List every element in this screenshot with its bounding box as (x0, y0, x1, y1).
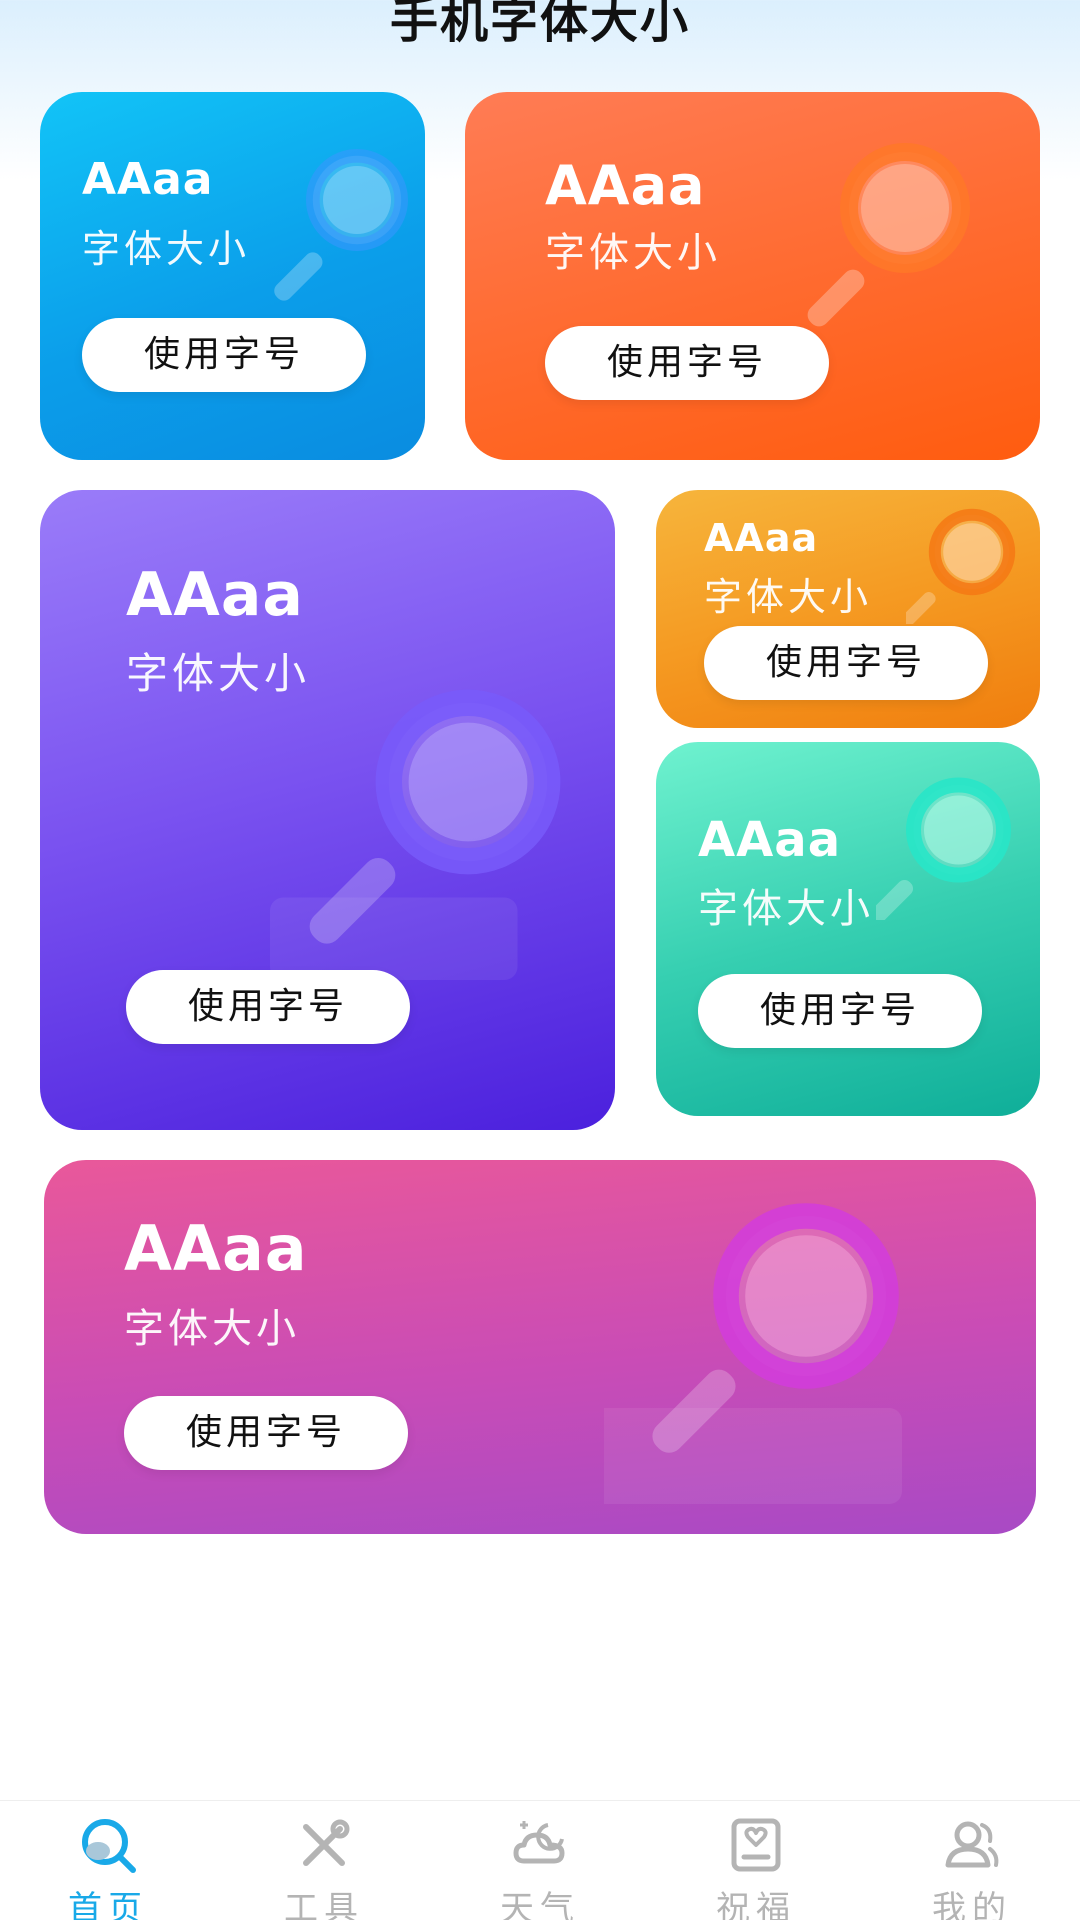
font-size-card-6[interactable]: AAaa 字体大小 使用字号 (44, 1160, 1036, 1534)
search-home-icon (82, 1819, 136, 1873)
card-label: 字体大小 (124, 1306, 300, 1352)
font-sample: AAaa (126, 560, 304, 630)
use-font-size-button[interactable]: 使用字号 (126, 970, 410, 1044)
font-size-card-3[interactable]: AAaa 字体大小 使用字号 (40, 490, 615, 1130)
card-label: 字体大小 (698, 886, 874, 932)
nav-label-weather: 天气 (500, 1889, 580, 1920)
font-size-card-2[interactable]: AAaa 字体大小 使用字号 (465, 92, 1040, 460)
nav-label-profile: 我的 (932, 1889, 1012, 1920)
use-font-size-button[interactable]: 使用字号 (82, 318, 366, 392)
font-sample: AAaa (698, 812, 842, 868)
font-sample: AAaa (124, 1212, 308, 1285)
nav-item-tools[interactable]: 工具 (216, 1801, 432, 1920)
font-sample: AAaa (82, 154, 214, 205)
font-size-card-5[interactable]: AAaa 字体大小 使用字号 (656, 742, 1040, 1116)
nav-label-home: 首页 (68, 1889, 148, 1920)
use-font-size-button[interactable]: 使用字号 (545, 326, 829, 400)
use-font-size-button[interactable]: 使用字号 (698, 974, 982, 1048)
use-font-size-button[interactable]: 使用字号 (704, 626, 988, 700)
magnifier-icon (270, 689, 561, 980)
nav-item-weather[interactable]: 天气 (432, 1801, 648, 1920)
card-label: 字体大小 (126, 649, 311, 698)
font-sample: AAaa (704, 516, 819, 560)
magnifier-icon (906, 508, 1016, 624)
page-title: 手机字体大小 (389, 0, 690, 49)
weather-icon (513, 1821, 565, 1864)
blessing-card-icon (731, 1818, 781, 1872)
magnifier-icon (807, 143, 970, 327)
use-font-size-button[interactable]: 使用字号 (124, 1396, 408, 1470)
tools-icon (303, 1819, 350, 1866)
nav-label-blessing: 祝福 (716, 1889, 796, 1920)
font-size-card-4[interactable]: AAaa 字体大小 使用字号 (656, 490, 1040, 728)
magnifier-icon (876, 777, 1011, 920)
profile-icon (945, 1821, 999, 1868)
nav-label-tools: 工具 (284, 1889, 364, 1920)
nav-item-blessing[interactable]: 祝福 (648, 1801, 864, 1920)
bottom-nav: 首页 工具 天气 祝福 我的 (0, 1800, 1080, 1920)
magnifier-icon (274, 149, 408, 301)
magnifier-icon (604, 1203, 902, 1504)
nav-item-home[interactable]: 首页 (0, 1801, 216, 1920)
card-label: 字体大小 (82, 227, 251, 271)
font-sample: AAaa (545, 154, 706, 217)
card-label: 字体大小 (704, 575, 873, 619)
nav-item-profile[interactable]: 我的 (864, 1801, 1080, 1920)
card-label: 字体大小 (545, 230, 721, 276)
font-size-card-1[interactable]: AAaa 字体大小 使用字号 (40, 92, 425, 460)
